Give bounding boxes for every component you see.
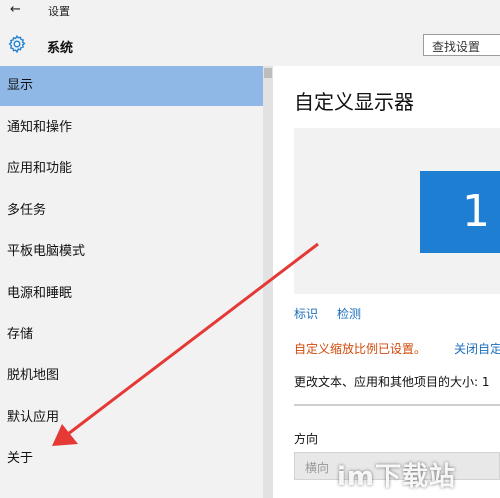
page-title: 自定义显示器 (294, 90, 414, 114)
sidebar-scrollbar[interactable] (263, 66, 273, 498)
window-title: 设置 (48, 5, 70, 18)
section-title: 系统 (47, 41, 74, 56)
search-input[interactable]: 查找设置 (423, 34, 500, 56)
section-header: 系统 查找设置 (0, 20, 500, 66)
sidebar-item-multitasking[interactable]: 多任务 (0, 191, 263, 231)
sidebar-item-notifications[interactable]: 通知和操作 (0, 108, 263, 148)
sidebar-item-apps-features[interactable]: 应用和功能 (0, 149, 263, 189)
scale-notice: 自定义缩放比例已设置。 (294, 342, 427, 356)
identify-link[interactable]: 标识 (294, 305, 318, 322)
watermark: im下载站 (337, 462, 457, 492)
sidebar-item-default-apps[interactable]: 默认应用 (0, 398, 263, 438)
sidebar-item-power-sleep[interactable]: 电源和睡眠 (0, 274, 263, 314)
sidebar: 显示 通知和操作 应用和功能 多任务 平板电脑模式 电源和睡眠 存储 脱机地图 … (0, 66, 263, 498)
scale-slider[interactable] (294, 404, 500, 406)
sidebar-item-storage[interactable]: 存储 (0, 315, 263, 355)
back-arrow-icon[interactable]: ← (10, 2, 21, 17)
gear-icon (8, 34, 26, 54)
sidebar-item-tablet-mode[interactable]: 平板电脑模式 (0, 232, 263, 272)
detect-link[interactable]: 检测 (337, 305, 361, 322)
turn-off-custom-scaling-link[interactable]: 关闭自定 (454, 340, 500, 357)
orientation-label: 方向 (294, 432, 319, 446)
title-bar: ← 设置 (0, 0, 500, 20)
scrollbar-thumb[interactable] (264, 68, 272, 78)
sidebar-item-offline-maps[interactable]: 脱机地图 (0, 356, 263, 396)
sidebar-item-display[interactable]: 显示 (0, 66, 263, 106)
sidebar-item-about[interactable]: 关于 (0, 439, 263, 479)
monitor-tile[interactable]: 1 (420, 171, 500, 253)
scale-label: 更改文本、应用和其他项目的大小: 1 (294, 375, 490, 389)
